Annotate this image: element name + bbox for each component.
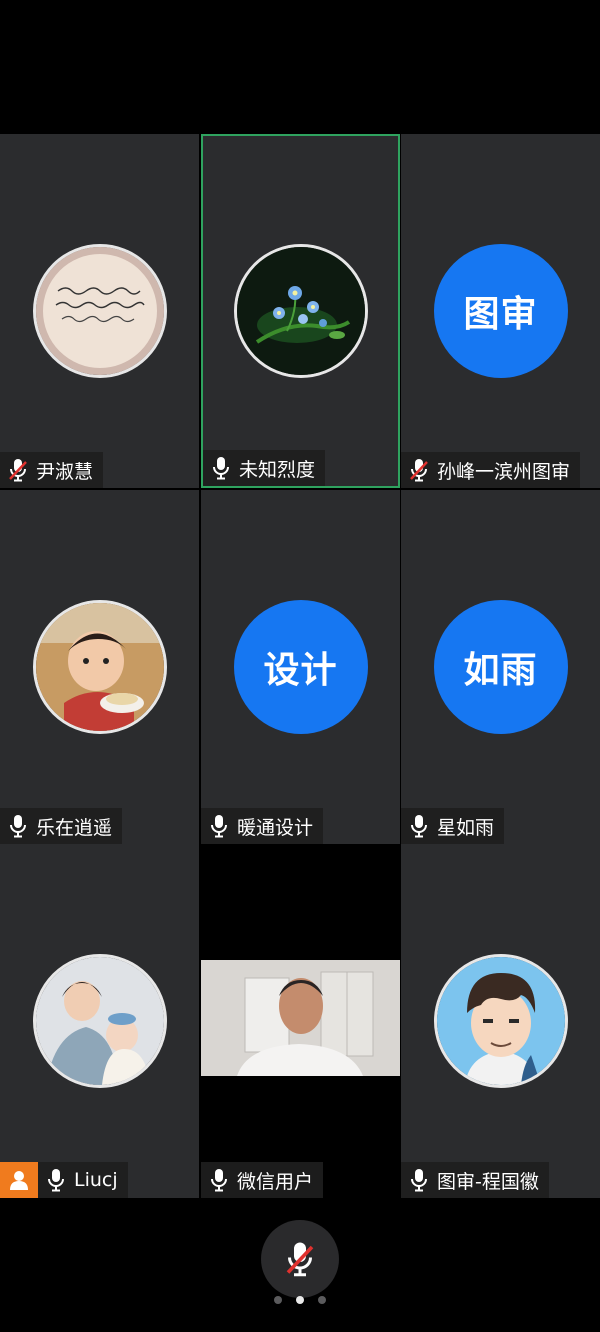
participant-name: 星如雨 [437, 816, 495, 839]
participant-tile-7[interactable]: Liucj [0, 844, 199, 1198]
participant-tile-4[interactable]: 乐在逍遥 [0, 490, 199, 844]
page-dot-3[interactable] [318, 1296, 326, 1304]
participant-name: 孙峰一滨州图审 [437, 460, 571, 483]
blue-flowers-avatar [233, 244, 368, 378]
cartoon-man-avatar [433, 954, 568, 1088]
name-bar: 乐在逍遥 [0, 808, 123, 844]
participant-tile-1[interactable]: 尹淑慧 [0, 134, 199, 488]
person-icon [10, 1171, 28, 1190]
participant-name: 未知烈度 [239, 458, 316, 481]
host-badge [0, 1162, 38, 1198]
name-bar: 微信用户 [201, 1162, 324, 1198]
name-bar: 暖通设计 [201, 808, 324, 844]
page-dot-2[interactable] [296, 1296, 304, 1304]
mic-icon [46, 1168, 66, 1192]
name-bar: 未知烈度 [203, 450, 326, 486]
participant-name: Liucj [74, 1169, 118, 1191]
mic-muted-icon [8, 458, 28, 482]
mic-icon [409, 1168, 429, 1192]
page-indicator[interactable] [0, 1296, 600, 1304]
participant-grid: 尹淑慧 未知烈度 图审 孙峰一滨州图审 乐在逍遥 设计 暖通设计 如雨 星如雨 … [0, 134, 600, 1198]
participant-tile-8[interactable]: 微信用户 [201, 844, 400, 1198]
name-bar: 图审-程国徽 [401, 1162, 549, 1198]
participant-tile-3[interactable]: 图审 孙峰一滨州图审 [401, 134, 600, 488]
page-dot-1[interactable] [274, 1296, 282, 1304]
mic-icon [8, 814, 28, 838]
participant-tile-6[interactable]: 如雨 星如雨 [401, 490, 600, 844]
man-in-office-video [201, 960, 400, 1076]
participant-name: 乐在逍遥 [36, 816, 113, 839]
participant-name: 图审-程国徽 [437, 1170, 539, 1193]
participant-tile-9[interactable]: 图审-程国徽 [401, 844, 600, 1198]
mic-icon [409, 814, 429, 838]
name-bar: 孙峰一滨州图审 [401, 452, 581, 488]
mic-icon [209, 1168, 229, 1192]
mic-icon [211, 456, 231, 480]
participant-tile-5[interactable]: 设计 暖通设计 [201, 490, 400, 844]
mic-icon [209, 814, 229, 838]
mic-muted-icon [285, 1241, 315, 1277]
mic-muted-icon [409, 458, 429, 482]
participant-tile-2[interactable]: 未知烈度 [201, 134, 400, 488]
text-avatar: 图审 [433, 244, 568, 378]
participant-name: 暖通设计 [237, 816, 314, 839]
name-bar: 星如雨 [401, 808, 505, 844]
handwriting-note-avatar [32, 244, 167, 378]
mute-toggle-button[interactable] [261, 1220, 339, 1298]
mother-baby-avatar [32, 954, 167, 1088]
name-bar: Liucj [0, 1162, 128, 1198]
name-bar: 尹淑慧 [0, 452, 104, 488]
participant-name: 微信用户 [237, 1170, 314, 1193]
text-avatar: 如雨 [433, 600, 568, 734]
participant-name: 尹淑慧 [36, 460, 94, 483]
child-eating-avatar [32, 600, 167, 734]
text-avatar: 设计 [233, 600, 368, 734]
